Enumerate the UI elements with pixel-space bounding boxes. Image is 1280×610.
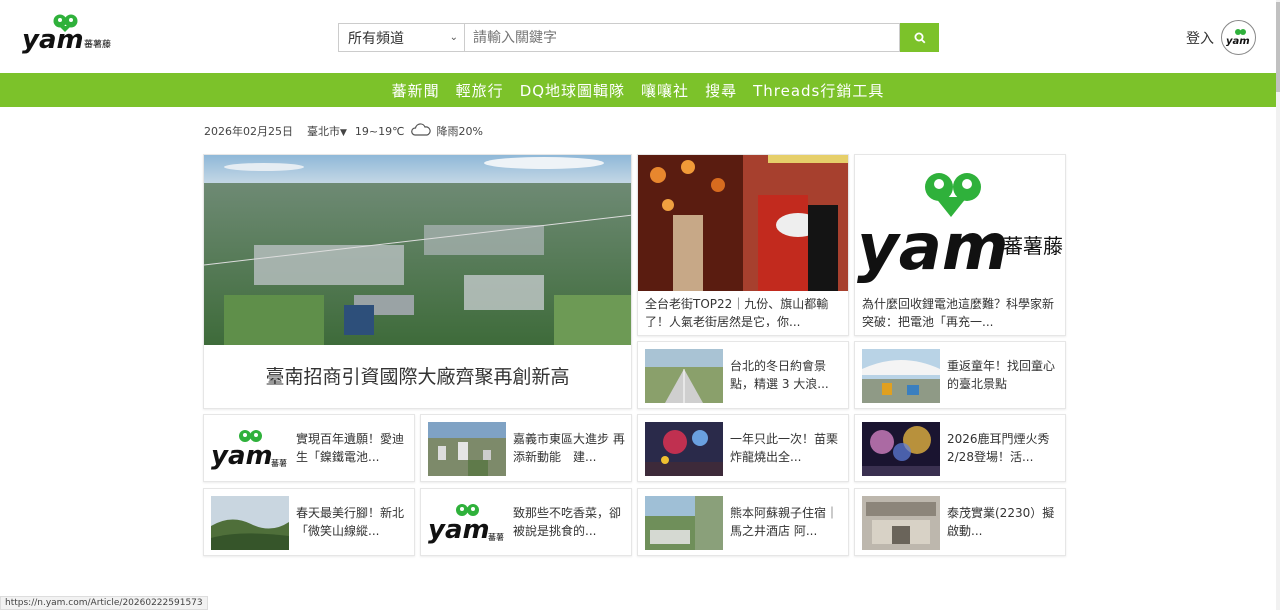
article-title: 熊本阿蘇親子住宿｜馬之井酒店 阿... [730,506,839,538]
article-card[interactable]: 嘉義市東區大進步 再添新動能 建... [420,414,632,482]
article-image [862,422,940,476]
article-image [638,155,848,291]
search-bar: 所有頻道 ⌄ [338,23,939,52]
chevron-down-icon: ▼ [340,128,347,138]
channel-select[interactable]: 所有頻道 ⌄ [338,23,464,52]
svg-text:yam: yam [22,25,84,55]
svg-text:蕃薯: 蕃薯 [488,532,504,542]
temperature: 19~19℃ [354,124,405,138]
article-card[interactable]: yam 蕃薯 致那些不吃香菜，卻被說是挑食的... [420,488,632,556]
yam-avatar-icon: yam [1226,28,1250,47]
search-button[interactable] [900,23,939,52]
article-image [862,496,940,550]
svg-text:蕃薯: 蕃薯 [271,458,287,468]
weather-info-bar: 2026年02月25日 臺北市▼ 19~19℃ 降雨20% [204,122,483,140]
avatar[interactable]: yam [1221,20,1256,55]
article-image [645,349,723,403]
article-image [645,422,723,476]
article-title: 全台老街TOP22｜九份、旗山都輸了！人氣老街居然是它，你... [645,297,829,327]
article-title: 重返童年！找回童心的臺北景點 [947,359,1056,391]
city-select[interactable]: 臺北市▼ [307,123,347,139]
scrollbar[interactable] [1276,0,1280,610]
article-image [428,422,506,476]
article-image: yam 蕃薯 [428,496,506,550]
search-input[interactable] [464,23,900,52]
svg-text:yam: yam [857,211,1009,285]
main-nav: 蕃新聞 輕旅行 DQ地球圖輯隊 嚷嚷社 搜尋 Threads行銷工具 [0,73,1276,107]
article-title: 台北的冬日約會景點，精選 3 大浪... [730,359,829,391]
hero-article-card[interactable]: 臺南招商引資國際大廠齊聚再創新高 [203,154,632,409]
article-card[interactable]: 2026鹿耳門煙火秀2/28登場！活... [854,414,1066,482]
search-icon [914,32,925,43]
hero-article-title: 臺南招商引資國際大廠齊聚再創新高 [265,366,570,388]
svg-text:蕃薯藤: 蕃薯藤 [1003,234,1063,258]
article-title: 致那些不吃香菜，卻被說是挑食的... [513,506,622,538]
article-card[interactable]: 台北的冬日約會景點，精選 3 大浪... [637,341,849,409]
article-card[interactable]: yam 蕃薯藤 為什麼回收鋰電池這麼難？科學家新突破：把電池「再充一... [854,154,1066,336]
rain-chance: 降雨20% [436,125,483,138]
article-card[interactable]: yam 蕃薯 實現百年遺願！愛迪生「鎳鐵電池... [203,414,415,482]
article-image [862,349,940,403]
article-image: yam 蕃薯藤 [855,155,1065,291]
top-header: yam 蕃薯藤 所有頻道 ⌄ 登入 yam [0,0,1276,73]
hero-image [204,155,631,345]
svg-text:蕃薯藤: 蕃薯藤 [84,38,111,50]
login-link[interactable]: 登入 [1186,28,1214,48]
channel-select-value: 所有頻道 [348,30,404,47]
article-title: 一年只此一次！苗栗炸龍燒出全... [730,432,839,464]
article-image [645,496,723,550]
nav-item-threads[interactable]: Threads行銷工具 [745,80,892,101]
nav-item-travel[interactable]: 輕旅行 [448,80,512,101]
svg-text:yam: yam [211,441,273,471]
scrollbar-thumb[interactable] [1276,2,1280,92]
nav-item-news[interactable]: 蕃新聞 [384,80,448,101]
yam-logo[interactable]: yam 蕃薯藤 [22,12,118,56]
article-title: 嘉義市東區大進步 再添新動能 建... [513,432,625,464]
article-card[interactable]: 熊本阿蘇親子住宿｜馬之井酒店 阿... [637,488,849,556]
nav-item-search[interactable]: 搜尋 [697,80,745,101]
article-title: 泰茂實業(2230）擬啟動... [947,506,1055,538]
article-title: 春天最美行腳！新北「微笑山線縱... [296,506,405,538]
nav-item-dq[interactable]: DQ地球圖輯隊 [512,80,633,101]
article-card[interactable]: 春天最美行腳！新北「微笑山線縱... [203,488,415,556]
article-title: 為什麼回收鋰電池這麼難？科學家新突破：把電池「再充一... [862,297,1055,327]
cloud-icon [410,123,431,139]
article-card[interactable]: 一年只此一次！苗栗炸龍燒出全... [637,414,849,482]
nav-item-community[interactable]: 嚷嚷社 [633,80,697,101]
chevron-down-icon: ⌄ [449,32,458,43]
article-card[interactable]: 重返童年！找回童心的臺北景點 [854,341,1066,409]
svg-text:yam: yam [1226,36,1250,47]
svg-text:yam: yam [428,515,490,545]
article-card[interactable]: 全台老街TOP22｜九份、旗山都輸了！人氣老街居然是它，你... [637,154,849,336]
article-card[interactable]: 泰茂實業(2230）擬啟動... [854,488,1066,556]
article-image [211,496,289,550]
current-date: 2026年02月25日 [204,125,293,138]
article-title: 實現百年遺願！愛迪生「鎳鐵電池... [296,432,405,464]
article-image: yam 蕃薯 [211,422,289,476]
article-title: 2026鹿耳門煙火秀2/28登場！活... [947,432,1050,464]
city-name: 臺北市 [307,125,340,138]
status-bar-url: https://n.yam.com/Article/20260222591573 [0,596,208,610]
